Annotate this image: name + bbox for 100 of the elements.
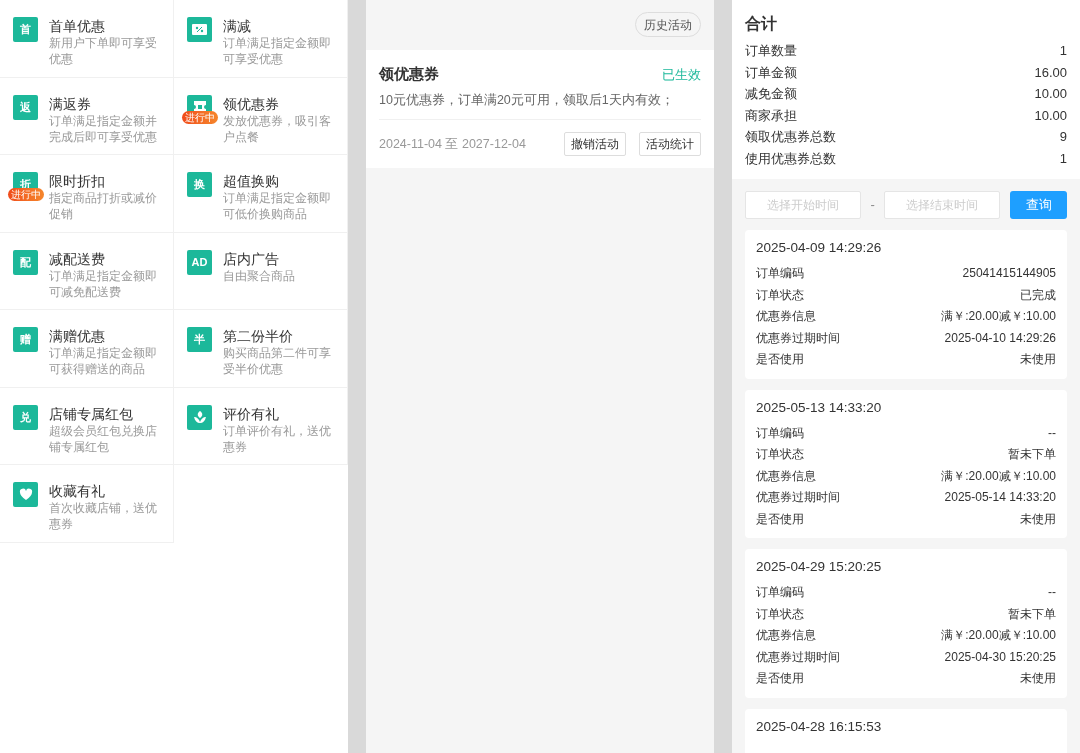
activity-title: 领优惠券 [223, 94, 280, 113]
record-label: 订单状态 [756, 286, 804, 304]
summary-value: 10.00 [1034, 106, 1067, 125]
record-label: 是否使用 [756, 670, 804, 687]
campaign-action-button[interactable]: 撤销活动 [564, 132, 626, 157]
activity-title: 店内广告 [223, 249, 280, 268]
record-value: 未使用 [1020, 510, 1056, 528]
activity-card[interactable]: 半 第二份半价 购买商品第二件可享受半价优惠 [174, 310, 348, 388]
record-label: 优惠券过期时间 [756, 329, 840, 347]
summary-title: 合计 [745, 14, 778, 34]
activity-title: 限时折扣 [49, 172, 106, 190]
record-label: 优惠券信息 [756, 308, 816, 325]
activity-description: 订单满足指定金额即可获得赠送的商品 [49, 345, 158, 377]
summary-label: 订单数量 [745, 42, 797, 60]
activity-title: 评价有礼 [223, 404, 280, 423]
record-label: 订单编码 [756, 265, 804, 282]
record-label: 是否使用 [756, 351, 804, 368]
record-label: 优惠券过期时间 [756, 648, 840, 666]
summary-value: 16.00 [1034, 63, 1067, 82]
activity-icon: 赠 [13, 327, 38, 352]
campaign-title: 领优惠券 [379, 64, 439, 84]
record-value: 暂未下单 [1008, 605, 1056, 623]
record-time: 2025-05-13 14:33:20 [756, 398, 883, 417]
activity-card[interactable]: 满减 订单满足指定金额即可享受优惠 [174, 0, 348, 78]
campaign-period: 2024-11-04 至 2027-12-04 [379, 135, 526, 153]
record-label: 订单编码 [756, 424, 804, 442]
record-value: 2025-04-10 14:29:26 [944, 329, 1056, 347]
summary-value: 1 [1059, 42, 1067, 60]
activity-title: 店铺专属红包 [49, 404, 134, 423]
activity-icon: 首 [13, 17, 38, 42]
activity-icon: 返 [13, 94, 38, 120]
activity-description: 首次收藏店铺，送优惠券 [49, 500, 158, 532]
summary-value: 1 [1059, 149, 1067, 168]
summary-label: 减免金额 [745, 85, 797, 103]
activity-title: 满返券 [49, 94, 92, 113]
activity-description: 订单满足指定金额即可享受优惠 [223, 35, 332, 67]
record-value: -- [1048, 584, 1056, 601]
activity-icon: 配 [13, 249, 38, 275]
activity-icon: 换 [187, 172, 212, 197]
activity-title: 减配送费 [49, 249, 106, 268]
record-value: 已完成 [1020, 286, 1056, 304]
percent-icon [187, 17, 212, 42]
activity-description: 自由聚合商品 [223, 267, 296, 284]
activity-card[interactable]: 兑 店铺专属红包 超级会员红包兑换店铺专属红包 [0, 387, 174, 465]
activity-card[interactable]: 收藏有礼 首次收藏店铺，送优惠券 [0, 465, 174, 543]
record-value: 25041415144905 [962, 265, 1056, 282]
activity-icon: AD [187, 249, 212, 275]
activity-card[interactable]: 配 减配送费 订单满足指定金额即可减免配送费 [0, 232, 174, 310]
activity-description: 发放优惠券，吸引客户点餐 [223, 112, 332, 145]
summary-value: 10.00 [1034, 85, 1067, 103]
campaign-action-button[interactable]: 活动统计 [639, 132, 701, 157]
activity-description: 订单满足指定金额即可减免配送费 [49, 267, 158, 300]
activity-title: 第二份半价 [223, 327, 294, 345]
activity-title: 满减 [223, 17, 252, 35]
activity-title: 超值换购 [223, 172, 280, 190]
activity-icon: 兑 [13, 404, 38, 430]
record-label: 订单状态 [756, 605, 804, 623]
record-value: 未使用 [1020, 670, 1056, 687]
record-label: 优惠券信息 [756, 467, 816, 485]
record-value: 2025-04-30 15:20:25 [944, 648, 1056, 666]
activity-card[interactable]: 换 超值换购 订单满足指定金额即可低价换购商品 [174, 155, 348, 233]
record-time: 2025-04-29 15:20:25 [756, 558, 883, 576]
record-value: -- [1048, 424, 1056, 442]
activity-description: 新用户下单即可享受优惠 [49, 35, 158, 67]
range-separator: - [869, 196, 876, 215]
activity-card[interactable]: AD 店内广告 自由聚合商品 [174, 232, 348, 310]
campaign-status: 已生效 [662, 65, 701, 84]
activity-description: 订单评价有礼，送优惠券 [223, 422, 332, 455]
summary-label: 使用优惠券总数 [745, 149, 836, 168]
record-label: 订单状态 [756, 446, 804, 463]
activity-card[interactable]: 进行中 领优惠券 发放优惠券，吸引客户点餐 [174, 77, 348, 155]
activity-icon: 半 [187, 327, 212, 352]
record-label: 优惠券过期时间 [756, 489, 840, 506]
record-value: 满￥:20.00减￥:10.00 [941, 467, 1056, 485]
record-time: 2025-04-09 14:29:26 [756, 239, 883, 257]
activity-description: 订单满足指定金额并完成后即可享受优惠 [49, 112, 158, 145]
activity-card[interactable]: 返 满返券 订单满足指定金额并完成后即可享受优惠 [0, 77, 174, 155]
record-time: 2025-04-28 16:15:53 [756, 717, 883, 736]
summary-label: 领取优惠券总数 [745, 128, 836, 146]
record-value: 未使用 [1020, 351, 1056, 368]
activity-title: 收藏有礼 [49, 482, 106, 500]
activity-description: 购买商品第二件可享受半价优惠 [223, 345, 332, 377]
record-value: 满￥:20.00减￥:10.00 [941, 627, 1056, 644]
activity-card[interactable]: 评价有礼 订单评价有礼，送优惠券 [174, 387, 348, 465]
status-badge: 进行中 [182, 110, 218, 124]
record-label: 订单编码 [756, 584, 804, 601]
summary-label: 订单金额 [745, 63, 797, 82]
activity-title: 首单优惠 [49, 17, 106, 35]
record-label: 是否使用 [756, 510, 804, 528]
activity-description: 指定商品打折或减价促销 [49, 190, 158, 222]
status-badge: 进行中 [8, 188, 44, 201]
activity-description: 订单满足指定金额即可低价换购商品 [223, 190, 332, 222]
record-value: 满￥:20.00减￥:10.00 [941, 308, 1056, 325]
activity-card[interactable]: 首 首单优惠 新用户下单即可享受优惠 [0, 0, 174, 78]
activity-title: 满赠优惠 [49, 327, 106, 345]
campaign-description: 10元优惠券，订单满20元可用，领取后1天内有效； [379, 91, 675, 109]
activity-description: 超级会员红包兑换店铺专属红包 [49, 422, 158, 455]
activity-card[interactable]: 赠 满赠优惠 订单满足指定金额即可获得赠送的商品 [0, 310, 174, 388]
record-value: 2025-05-14 14:33:20 [944, 489, 1056, 506]
flower-icon [187, 404, 212, 430]
